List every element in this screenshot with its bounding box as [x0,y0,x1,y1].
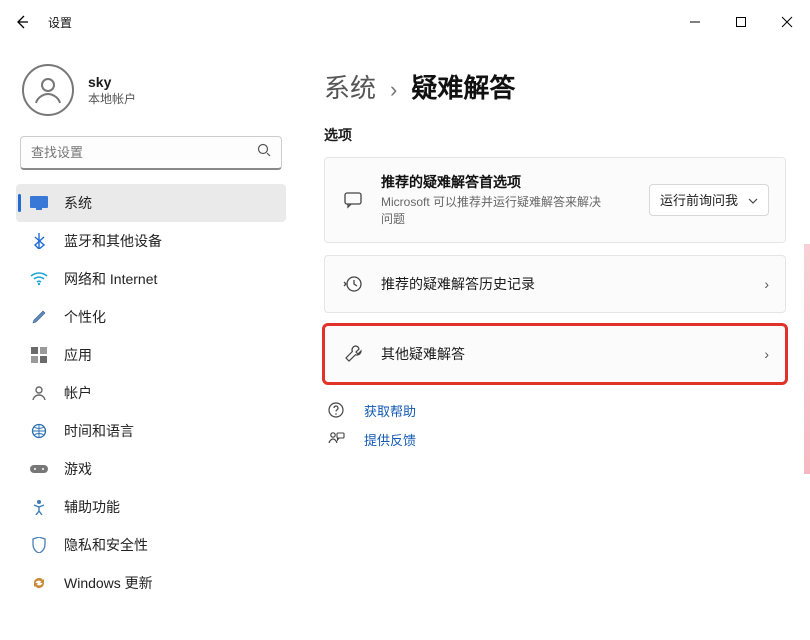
user-panel[interactable]: sky 本地帐户 [10,52,292,134]
sidebar-item-personalization[interactable]: 个性化 [16,298,286,336]
dropdown-label: 运行前询问我 [660,190,738,209]
feedback-icon [324,430,348,448]
pref-dropdown[interactable]: 运行前询问我 [649,184,769,216]
row-label: 其他疑难解答 [381,344,465,364]
link-text[interactable]: 获取帮助 [364,401,416,420]
sidebar-item-label: 个性化 [64,307,106,327]
nav: 系统 蓝牙和其他设备 网络和 Internet 个性化 应用 帐户 [10,184,292,602]
sidebar-item-system[interactable]: 系统 [16,184,286,222]
search-icon [257,143,271,162]
sidebar-item-network[interactable]: 网络和 Internet [16,260,286,298]
maximize-icon [735,16,747,28]
chevron-down-icon [748,192,758,207]
card-text: 推荐的疑难解答首选项 Microsoft 可以推荐并运行疑难解答来解决问题 [381,172,633,228]
window-controls [672,6,810,38]
shield-icon [28,537,50,553]
chevron-right-icon: › [764,346,769,362]
sidebar-item-label: 网络和 Internet [64,269,157,289]
close-icon [781,16,793,28]
breadcrumb: 系统 › 疑难解答 [324,68,786,105]
help-icon [324,401,348,419]
sidebar-item-accounts[interactable]: 帐户 [16,374,286,412]
card-troubleshoot-pref: 推荐的疑难解答首选项 Microsoft 可以推荐并运行疑难解答来解决问题 运行… [324,157,786,243]
sidebar-item-label: 应用 [64,345,92,365]
user-subtitle: 本地帐户 [88,90,136,107]
sidebar-item-label: 游戏 [64,459,92,479]
page-title: 疑难解答 [411,68,515,105]
section-options: 选项 [324,125,786,145]
breadcrumb-parent[interactable]: 系统 [324,68,376,105]
minimize-button[interactable] [672,6,718,38]
apps-icon [28,347,50,363]
history-icon [341,274,365,294]
minimize-icon [689,16,701,28]
account-icon [28,385,50,401]
avatar [22,64,74,116]
sidebar-item-windows-update[interactable]: Windows 更新 [16,564,286,602]
sidebar-item-label: 系统 [64,193,92,213]
sidebar-item-gaming[interactable]: 游戏 [16,450,286,488]
display-icon [28,196,50,210]
card-title: 推荐的疑难解答首选项 [381,172,633,192]
link-get-help[interactable]: 获取帮助 [324,401,786,420]
app-title: 设置 [48,14,72,31]
chevron-right-icon: › [390,77,397,103]
chevron-right-icon: › [764,276,769,292]
wifi-icon [28,272,50,286]
sidebar-item-label: 辅助功能 [64,497,120,517]
row-label: 推荐的疑难解答历史记录 [381,274,535,294]
main: 系统 › 疑难解答 选项 推荐的疑难解答首选项 Microsoft 可以推荐并运… [302,44,810,640]
row-troubleshoot-history[interactable]: 推荐的疑难解答历史记录 › [324,255,786,313]
sidebar-item-time-language[interactable]: 时间和语言 [16,412,286,450]
globe-clock-icon [28,423,50,439]
row-other-troubleshoot[interactable]: 其他疑难解答 › [324,325,786,383]
sidebar-item-label: 蓝牙和其他设备 [64,231,162,251]
person-icon [31,73,65,107]
sidebar: sky 本地帐户 系统 蓝牙和其他设备 网络和 Internet [0,44,302,640]
brush-icon [28,309,50,325]
sidebar-item-label: 时间和语言 [64,421,134,441]
maximize-button[interactable] [718,6,764,38]
chat-icon [341,190,365,210]
sidebar-item-label: Windows 更新 [64,573,153,593]
back-button[interactable] [0,0,44,44]
search-input[interactable] [20,136,282,170]
card-subtitle: Microsoft 可以推荐并运行疑难解答来解决问题 [381,194,601,228]
sidebar-item-label: 隐私和安全性 [64,535,148,555]
sidebar-item-label: 帐户 [64,383,92,403]
user-text: sky 本地帐户 [88,74,136,107]
link-text[interactable]: 提供反馈 [364,430,416,449]
bluetooth-icon [28,233,50,249]
wrench-icon [341,344,365,364]
close-button[interactable] [764,6,810,38]
accessibility-icon [28,499,50,515]
arrow-left-icon [14,14,30,30]
titlebar: 设置 [0,0,810,44]
sidebar-item-accessibility[interactable]: 辅助功能 [16,488,286,526]
update-icon [28,575,50,591]
user-name: sky [88,74,136,90]
edge-accent [804,244,810,474]
link-feedback[interactable]: 提供反馈 [324,430,786,449]
gamepad-icon [28,463,50,475]
sidebar-item-bluetooth[interactable]: 蓝牙和其他设备 [16,222,286,260]
sidebar-item-apps[interactable]: 应用 [16,336,286,374]
search-field[interactable] [31,145,257,160]
sidebar-item-privacy[interactable]: 隐私和安全性 [16,526,286,564]
